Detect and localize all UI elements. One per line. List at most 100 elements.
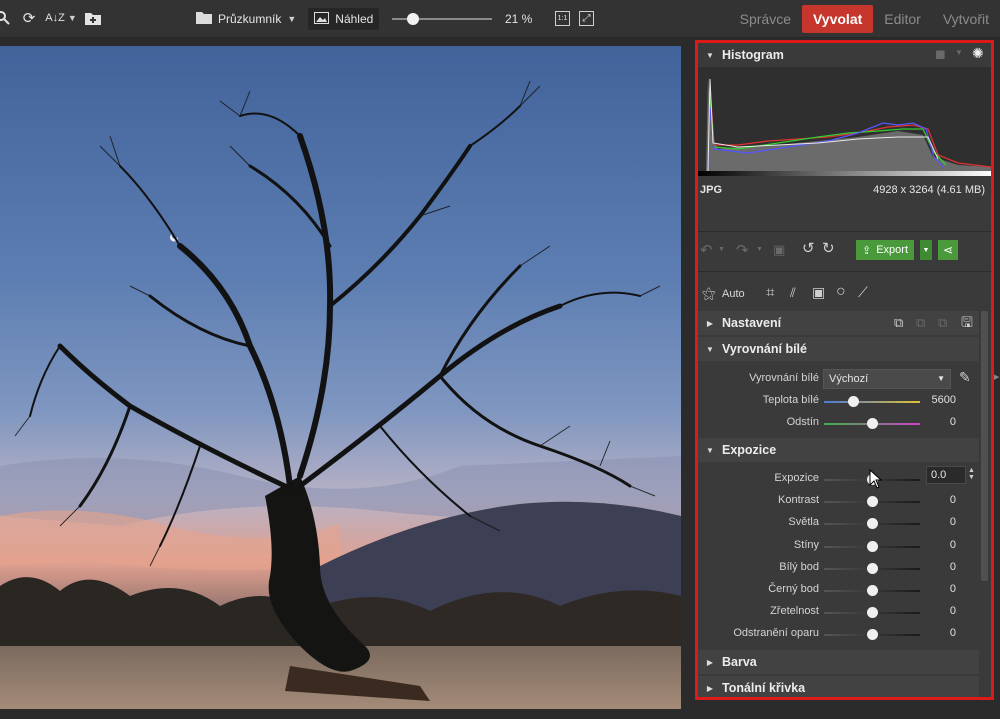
wb-preset-dropdown[interactable]: Výchozí ▼ bbox=[823, 369, 951, 389]
folder-icon bbox=[196, 11, 212, 27]
slider-handle[interactable] bbox=[867, 562, 878, 574]
wb-tint-value[interactable]: 0 bbox=[950, 416, 956, 428]
toolbar-view-group: Průzkumník ▼ Náhled bbox=[190, 8, 380, 30]
color-section-header[interactable]: ▶ Barva bbox=[698, 650, 979, 674]
exposure-spinner-icon[interactable]: ▲ ▼ bbox=[968, 467, 975, 481]
wb-temperature-value[interactable]: 5600 bbox=[932, 394, 956, 406]
text-box-icon[interactable]: ▣ bbox=[812, 285, 825, 299]
slider-value[interactable]: 0 bbox=[950, 583, 956, 595]
tab-develop[interactable]: Vyvolat bbox=[801, 5, 874, 33]
tab-manage[interactable]: Správce bbox=[729, 5, 802, 33]
copy-settings-icon[interactable]: ⧉ bbox=[894, 316, 903, 329]
share-icon[interactable]: ⋖ bbox=[938, 240, 958, 260]
tab-editor[interactable]: Editor bbox=[873, 5, 932, 33]
white-balance-section-header[interactable]: ▼ Vyrovnání bílé bbox=[698, 337, 979, 361]
wb-temperature-label: Teplota bílé bbox=[762, 394, 819, 406]
sort-caret-icon: ▼ bbox=[67, 12, 77, 23]
magic-wand-icon[interactable]: ⚝ bbox=[702, 286, 716, 300]
export-dropdown-icon[interactable]: ▼ bbox=[920, 240, 932, 260]
save-preset-icon[interactable]: 🖫 bbox=[961, 315, 973, 329]
perspective-icon[interactable]: ⫽ bbox=[790, 286, 796, 299]
exposure-slider-row: Odstranění oparu 0 bbox=[698, 623, 991, 645]
rotate-right-icon[interactable]: ↻ bbox=[822, 241, 835, 256]
wb-tint-slider[interactable] bbox=[824, 418, 920, 429]
slider-handle[interactable] bbox=[867, 629, 878, 641]
slider-value[interactable]: 0 bbox=[950, 539, 956, 551]
slider-handle[interactable] bbox=[867, 518, 878, 530]
one-to-one-button[interactable]: 1:1 bbox=[555, 11, 570, 26]
sort-label: A↓Z bbox=[45, 11, 65, 24]
settings-icon[interactable]: ✺ bbox=[972, 46, 984, 60]
exposure-section-header[interactable]: ▼ Expozice bbox=[698, 438, 979, 462]
brush-icon[interactable]: ⟋ bbox=[858, 285, 868, 299]
slider-track[interactable] bbox=[824, 562, 920, 574]
expand-arrow-icon: ▶ bbox=[706, 657, 714, 667]
camera-icon[interactable]: ◼ bbox=[935, 47, 946, 60]
wb-temperature-handle[interactable] bbox=[847, 396, 859, 407]
browser-dropdown[interactable]: Průzkumník ▼ bbox=[190, 8, 302, 30]
auto-label[interactable]: Auto bbox=[722, 288, 745, 300]
search-icon[interactable] bbox=[0, 9, 12, 27]
histogram-title: Histogram bbox=[722, 48, 784, 62]
histogram-graph bbox=[698, 67, 991, 172]
slider-track[interactable] bbox=[824, 607, 920, 619]
tone-curve-section-header[interactable]: ▶ Tonální křivka bbox=[698, 676, 979, 697]
collapse-arrow-icon: ▼ bbox=[706, 344, 714, 354]
slider-value[interactable]: 0 bbox=[950, 494, 956, 506]
fit-screen-icon[interactable]: ⤢ bbox=[579, 11, 594, 26]
zoom-slider[interactable] bbox=[392, 13, 492, 25]
settings-section-header[interactable]: ▶ Nastavení bbox=[698, 311, 979, 335]
slider-track[interactable] bbox=[824, 540, 920, 552]
develop-panel: ▼ Histogram ◼ ▼ ✺ JPG 4928 x 3264 (4.61 … bbox=[695, 40, 994, 700]
slider-track[interactable] bbox=[824, 629, 920, 641]
one-to-one-label: 1:1 bbox=[557, 15, 568, 22]
panel-collapse-icon[interactable]: ▶ bbox=[994, 373, 999, 381]
slider-track[interactable] bbox=[824, 518, 920, 530]
compare-image-icon[interactable]: ▣ bbox=[773, 243, 785, 256]
undo-dropdown-icon[interactable]: ▼ bbox=[718, 246, 725, 253]
ellipse-icon[interactable]: ○ bbox=[836, 284, 846, 300]
expand-arrow-icon: ▶ bbox=[706, 318, 714, 328]
browser-label: Průzkumník bbox=[218, 12, 282, 26]
add-folder-icon[interactable] bbox=[84, 9, 102, 27]
collapse-arrow-icon: ▼ bbox=[706, 445, 714, 455]
slider-value[interactable]: 0 bbox=[950, 605, 956, 617]
photo-preview[interactable] bbox=[0, 46, 681, 709]
slider-handle[interactable] bbox=[867, 607, 878, 619]
slider-value[interactable]: 0 bbox=[950, 516, 956, 528]
wb-tint-handle[interactable] bbox=[867, 418, 878, 429]
wb-preset-value: Výchozí bbox=[829, 373, 869, 385]
rotate-left-icon[interactable]: ↺ bbox=[802, 241, 815, 256]
tab-create[interactable]: Vytvořit bbox=[932, 5, 1000, 33]
sort-icon[interactable]: A↓Z ▼ bbox=[45, 9, 77, 27]
refresh-icon[interactable]: ⟳ bbox=[20, 9, 38, 27]
wb-temperature-slider[interactable] bbox=[824, 396, 920, 407]
slider-handle[interactable] bbox=[867, 585, 878, 596]
redo-dropdown-icon[interactable]: ▼ bbox=[756, 246, 763, 253]
slider-value[interactable]: 0 bbox=[950, 561, 956, 573]
zoom-value: 21 % bbox=[505, 12, 533, 26]
white-balance-title: Vyrovnání bílé bbox=[722, 342, 807, 356]
chevron-down-icon[interactable]: ▼ bbox=[955, 49, 963, 57]
export-button[interactable]: ⇪ Export bbox=[856, 240, 915, 260]
redo-icon[interactable]: ↷ bbox=[736, 243, 749, 258]
zoom-slider-handle[interactable] bbox=[407, 13, 419, 25]
slider-handle[interactable] bbox=[867, 540, 878, 552]
undo-icon[interactable]: ↶ bbox=[700, 243, 713, 258]
export-label: Export bbox=[876, 244, 909, 256]
paste-settings-icon[interactable]: ⧉ bbox=[916, 316, 925, 329]
exposure-value-field[interactable]: 0.0 bbox=[926, 466, 966, 484]
slider-track[interactable] bbox=[824, 585, 920, 596]
crop-icon[interactable]: ⌗ bbox=[766, 285, 774, 300]
slider-label: Stíny bbox=[793, 538, 819, 551]
slider-track[interactable] bbox=[824, 496, 920, 508]
reset-settings-icon[interactable]: ⧉ bbox=[938, 316, 947, 329]
slider-label: Odstranění oparu bbox=[733, 627, 819, 640]
slider-label: Bílý bod bbox=[779, 560, 819, 573]
divider bbox=[698, 271, 991, 272]
preview-button[interactable]: Náhled bbox=[308, 8, 380, 30]
eyedropper-icon[interactable]: ✎ bbox=[959, 370, 971, 384]
slider-value[interactable]: 0 bbox=[950, 627, 956, 639]
wb-tint-label: Odstín bbox=[786, 416, 819, 428]
slider-handle[interactable] bbox=[867, 496, 878, 508]
